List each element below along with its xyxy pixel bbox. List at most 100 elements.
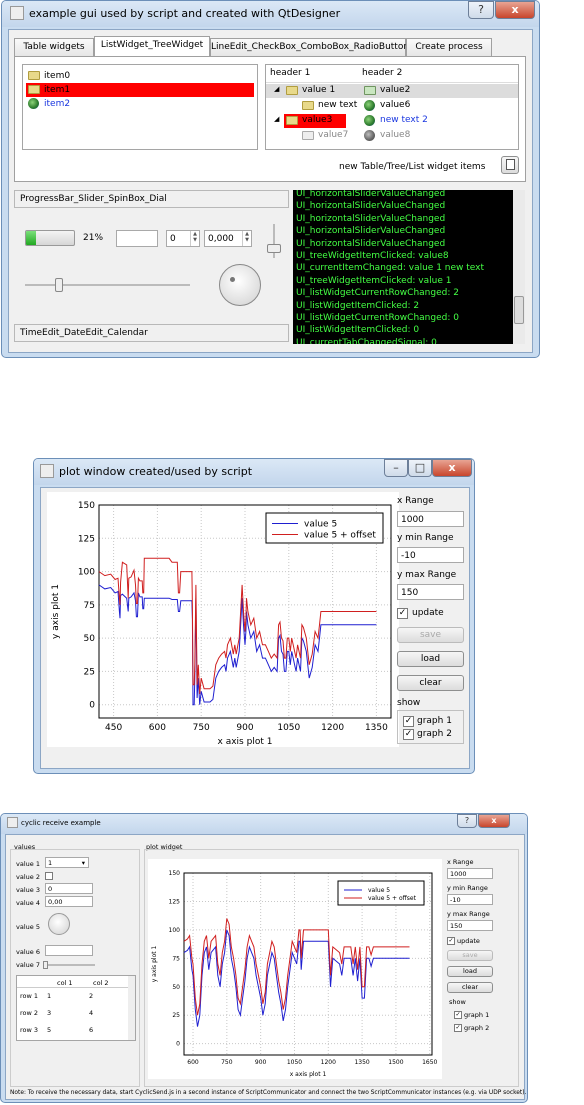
value3-spinbox[interactable]: 0 [45,883,93,894]
clear-button[interactable]: clear [447,982,493,993]
graph2-checkbox[interactable]: ✓ [454,1024,462,1032]
ymin-input[interactable]: -10 [447,894,493,905]
document-icon [505,159,515,170]
tree-widget[interactable]: header 1 header 2 ◢ value 1 value2 new t… [265,64,519,150]
int-spinbox[interactable]: 0 ▲ ▼ [166,230,200,247]
progress-text: 21% [83,233,104,243]
y-tick-label: 25 [172,1012,180,1019]
ymin-input[interactable]: -10 [397,547,464,563]
close-button[interactable]: x [495,1,535,19]
save-button[interactable]: save [397,627,464,643]
table-scrollbar[interactable] [128,976,135,1040]
y-tick-label: 25 [84,667,95,677]
list-item[interactable]: item2 [26,97,254,111]
console-line: UI_horizontalSliderValueChanged [296,201,446,212]
app-icon [40,464,54,478]
graph1-checkbox[interactable]: ✓ [403,716,414,727]
ymax-input[interactable]: 150 [447,920,493,931]
tree-row[interactable]: new text value6 [266,99,518,113]
y-tick-label: 150 [169,870,181,877]
list-item[interactable]: item0 [26,69,254,83]
x-tick-label: 1350 [354,1059,369,1066]
value6-input[interactable] [45,945,93,956]
x-range-input[interactable]: 1000 [447,868,493,879]
maximize-button[interactable]: □ [408,459,432,477]
load-button[interactable]: load [397,651,464,667]
tab-lineedit-checkbox[interactable]: LineEdit_CheckBox_ComboBox_RadioButton [210,38,409,56]
list-item-selected[interactable]: item1 [26,83,254,97]
spin-arrows[interactable]: ▲ ▼ [242,231,251,246]
close-button[interactable]: x [478,814,510,828]
console-line: UI_horizontalSliderValueChanged [296,190,446,199]
line-edit[interactable] [116,230,158,247]
spin-arrows[interactable]: ▲ ▼ [190,231,199,246]
console-line: UI_horizontalSliderValueChanged [296,238,446,249]
tree-row[interactable]: ◢ value3 new text 2 [266,114,518,128]
tab-table-widgets[interactable]: Table widgets [14,38,94,56]
save-button[interactable]: save [447,950,493,961]
tree-header-1[interactable]: header 1 [270,68,310,78]
y-tick-label: 150 [78,501,95,511]
console-line: UI_treeWidgetItemClicked: value8 [296,251,449,262]
progress-bar [25,230,75,246]
tree-header-2[interactable]: header 2 [362,68,402,78]
value5-dial[interactable] [48,913,70,935]
progressbar-group-header[interactable]: ProgressBar_Slider_SpinBox_Dial [14,190,289,208]
folder-icon [364,86,376,95]
close-button[interactable]: x [432,459,472,477]
new-items-button[interactable] [501,156,519,174]
clear-button[interactable]: clear [397,675,464,691]
app-icon [10,6,24,20]
double-spinbox[interactable]: 0,000 ▲ ▼ [204,230,252,247]
tree-row[interactable]: value7 value8 [266,129,518,143]
update-label: update [412,608,444,618]
console-scrollbar[interactable] [513,190,525,344]
x-axis-label: x axis plot 1 [218,737,273,747]
console-line: UI_treeWidgetItemClicked: value 1 [296,275,452,286]
slider-handle[interactable] [267,244,281,253]
globe-icon [364,115,375,126]
minimize-button[interactable]: – [384,459,408,477]
graph1-label: graph 1 [417,716,452,726]
plot-chart-2: 600 750 900 1050 1200 1350 1500 1650 0 25 50 75 100 1… [148,859,442,1079]
update-checkbox[interactable]: ✓ [397,608,408,619]
y-tick-label: 0 [89,701,95,711]
value4-spinbox[interactable]: 0,00 [45,896,93,907]
tree-row[interactable]: ◢ value 1 value2 [266,84,518,98]
table-row[interactable]: row 3 [20,1026,38,1034]
tab-create-process[interactable]: Create process [406,38,492,56]
values-table[interactable]: col 1 col 2 row 1 1 2 row 2 3 4 row 3 5 … [16,975,136,1041]
ymax-input[interactable]: 150 [397,584,464,600]
x-range-label: x Range [397,496,434,506]
vertical-slider[interactable] [267,224,281,258]
dial-notch [230,277,235,282]
console-output[interactable]: UI_horizontalSliderValueChanged UI_horizo… [293,190,525,344]
x-range-input[interactable]: 1000 [397,511,464,527]
graph1-checkbox[interactable]: ✓ [454,1011,462,1019]
folder-icon [302,131,314,140]
folder-icon [286,86,298,95]
value2-checkbox[interactable] [45,872,53,880]
expand-arrow-icon[interactable]: ◢ [274,115,279,123]
help-button[interactable]: ? [457,814,477,828]
expand-arrow-icon[interactable]: ◢ [274,85,279,93]
load-button[interactable]: load [447,966,493,977]
timeedit-group-header[interactable]: TimeEdit_DateEdit_Calendar [14,324,289,342]
table-row[interactable]: row 2 [20,1009,38,1017]
window-client: 450 600 750 900 1050 1200 1350 0 25 50 75 100 125 150… [40,487,470,769]
dial[interactable] [219,264,261,306]
x-tick-label: 1350 [365,723,388,733]
horizontal-slider[interactable] [25,278,190,292]
progress-fill [26,231,37,245]
tab-listwidget-treewidget[interactable]: ListWidget_TreeWidget [94,36,210,56]
table-row[interactable]: row 1 [20,992,38,1000]
app-icon [7,817,18,828]
update-checkbox[interactable]: ✓ [447,937,455,945]
y-tick-label: 100 [78,568,95,578]
list-widget[interactable]: item0 item1 item2 [22,64,258,150]
value7-slider[interactable] [43,961,95,969]
value1-combobox[interactable]: 1 ▾ [45,857,89,868]
help-button[interactable]: ? [468,1,494,19]
slider-handle[interactable] [55,278,63,292]
graph2-checkbox[interactable]: ✓ [403,729,414,740]
